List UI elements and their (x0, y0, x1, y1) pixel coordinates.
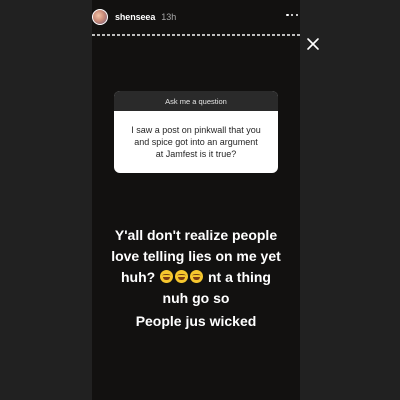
caption-line: huh? nt a thing (92, 267, 300, 288)
story-progress-bar (92, 34, 300, 36)
username[interactable]: shenseea (115, 12, 155, 22)
avatar[interactable] (92, 9, 108, 25)
caption-text: nt a thing (208, 269, 271, 285)
question-text: I saw a post on pinkwall that you and sp… (114, 111, 278, 173)
caption-line: nuh go so (162, 290, 230, 306)
more-dot (290, 13, 294, 17)
close-icon[interactable] (306, 37, 320, 51)
story-header: shenseea 13h (92, 6, 304, 28)
story-viewer: shenseea 13h Ask me a question I saw a p… (0, 0, 400, 400)
caption-text: huh? (121, 269, 156, 285)
joy-emoji-icon (190, 270, 204, 283)
caption-line: People jus wicked (135, 313, 257, 329)
joy-emoji-icon (175, 270, 189, 283)
close-icon-glyph (307, 38, 319, 50)
question-line: and spice got into an argument (134, 137, 258, 147)
story-caption: Y'all don't realize people love telling … (92, 225, 300, 309)
post-time: 13h (161, 12, 177, 22)
question-line: I saw a post on pinkwall that you (131, 125, 261, 135)
more-options-icon[interactable] (286, 11, 298, 19)
caption-line: Y'all don't realize people (114, 227, 278, 243)
more-dot (295, 13, 298, 17)
caption-line: love telling lies on me yet (111, 248, 281, 264)
story-panel[interactable] (92, 0, 300, 400)
question-line: at Jamfest is it true? (155, 149, 237, 159)
question-sticker[interactable]: Ask me a question I saw a post on pinkwa… (114, 91, 278, 173)
rofl-emoji-icon (160, 270, 174, 283)
question-sticker-title: Ask me a question (114, 91, 278, 111)
more-dot (286, 13, 289, 17)
